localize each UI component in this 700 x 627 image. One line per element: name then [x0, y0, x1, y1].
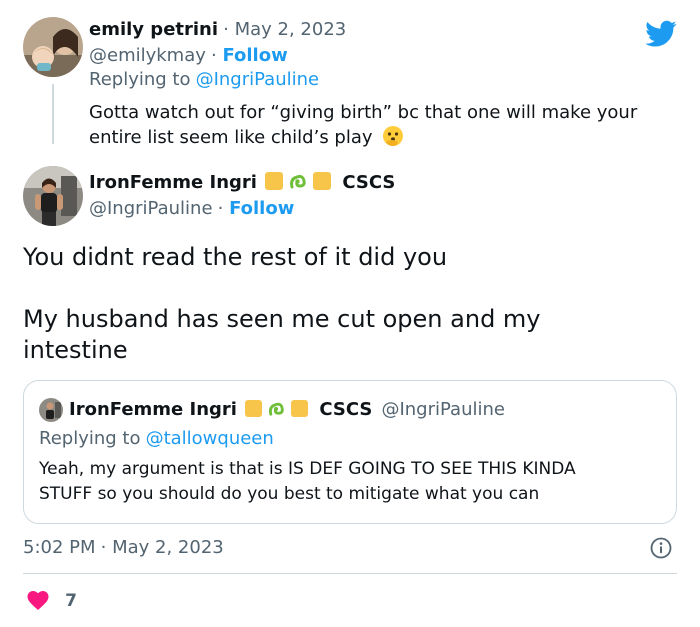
replying-to-label: Replying to: [89, 69, 191, 90]
separator-dot: ·: [211, 45, 223, 66]
quoted-text-line: STUFF so you should do you best to mitig…: [39, 484, 540, 504]
replying-to-handle[interactable]: @IngriPauline: [196, 69, 320, 90]
reply-text: Gotta watch out for “giving birth” bc th…: [89, 100, 689, 150]
main-text-line: You didnt read the rest of it did you: [23, 243, 448, 271]
like-count: 7: [65, 591, 77, 611]
reply-header: emily petrini · May 2, 2023: [89, 17, 346, 43]
reply-handle-row: @emilykmay · Follow: [89, 44, 288, 68]
quoted-avatar: [39, 398, 63, 422]
like-button[interactable]: 7: [26, 588, 77, 614]
follow-button[interactable]: Follow: [222, 45, 287, 66]
avatar-emily[interactable]: [23, 17, 83, 77]
yellow-square-emoji-icon: [245, 400, 263, 417]
main-handle-row: @IngriPauline · Follow: [89, 197, 294, 221]
separator-dot: ·: [223, 19, 235, 40]
quoted-tweet[interactable]: IronFemme Ingri CSCS @IngriPauline Reply…: [23, 380, 677, 524]
quoted-author-name-suffix: CSCS: [319, 399, 373, 420]
main-text-line: intestine: [23, 336, 128, 364]
tweet-time[interactable]: 5:02 PM: [23, 537, 96, 558]
quoted-text-line: Yeah, my argument is that is IS DEF GOIN…: [39, 459, 576, 479]
face-with-hand-over-mouth-emoji-icon: [382, 125, 404, 147]
main-text: You didnt read the rest of it did you My…: [23, 242, 683, 366]
tweet-timestamp[interactable]: 5:02 PM · May 2, 2023: [23, 535, 224, 561]
author-handle[interactable]: @emilykmay: [89, 45, 206, 66]
reply-text-line: Gotta watch out for “giving birth” bc th…: [89, 102, 638, 123]
main-header: IronFemme Ingri CSCS: [89, 170, 395, 196]
separator-dot: ·: [217, 198, 230, 219]
heart-icon[interactable]: [26, 589, 50, 611]
yellow-square-emoji-icon: [265, 172, 284, 190]
quoted-replying-to-handle[interactable]: @tallowqueen: [146, 428, 274, 449]
quoted-text: Yeah, my argument is that is IS DEF GOIN…: [39, 457, 669, 507]
divider: [23, 573, 677, 574]
quoted-replying-to: Replying to @tallowqueen: [39, 427, 274, 451]
tweet-date[interactable]: May 2, 2023: [235, 19, 347, 40]
info-icon[interactable]: [650, 537, 672, 559]
yellow-square-emoji-icon: [313, 172, 332, 190]
author-handle[interactable]: @IngriPauline: [89, 198, 213, 219]
snake-emoji-icon: [267, 399, 286, 418]
separator-dot: ·: [100, 537, 113, 558]
author-name[interactable]: emily petrini: [89, 19, 218, 40]
author-name-suffix: CSCS: [342, 172, 396, 193]
quoted-author-name: IronFemme Ingri: [69, 399, 237, 420]
replying-to: Replying to @IngriPauline: [89, 68, 319, 92]
twitter-bird-icon[interactable]: [645, 20, 677, 48]
quoted-author-handle: @IngriPauline: [381, 399, 505, 420]
quoted-header: IronFemme Ingri CSCS @IngriPauline: [69, 397, 505, 423]
tweet-date[interactable]: May 2, 2023: [112, 537, 224, 558]
author-name[interactable]: IronFemme Ingri: [89, 172, 257, 193]
avatar-ingri[interactable]: [23, 166, 83, 226]
follow-button[interactable]: Follow: [229, 198, 294, 219]
quoted-replying-to-label: Replying to: [39, 428, 141, 449]
yellow-square-emoji-icon: [291, 400, 309, 417]
thread-line: [52, 84, 54, 144]
snake-emoji-icon: [288, 171, 308, 191]
reply-text-line: entire list seem like child’s play: [89, 127, 373, 148]
main-text-line: My husband has seen me cut open and my: [23, 305, 541, 333]
